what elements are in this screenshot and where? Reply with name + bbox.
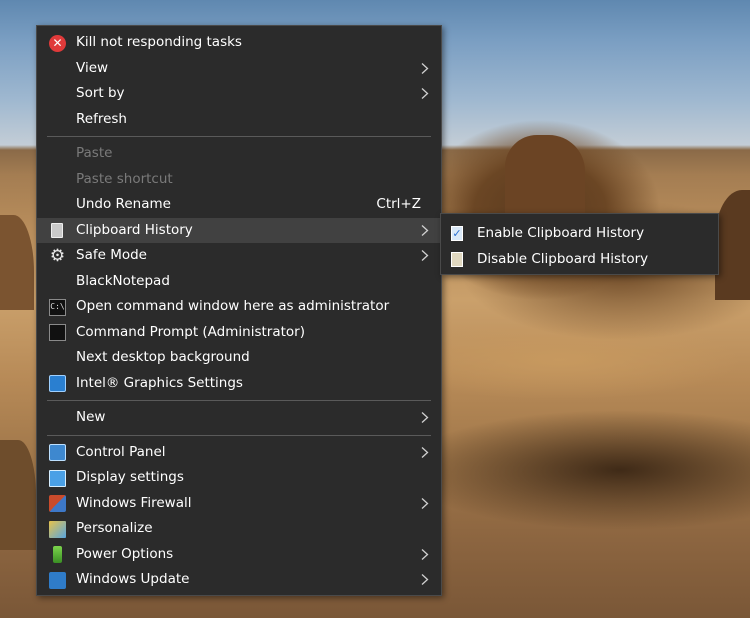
menu-item-label: Undo Rename (76, 196, 171, 212)
close-circle-icon: ✕ (49, 34, 66, 52)
menu-separator (47, 400, 431, 401)
menu-item-label: Paste shortcut (76, 170, 173, 187)
menu-item-paste: Paste (37, 141, 441, 167)
rock-formation (505, 135, 585, 215)
menu-item-label: Refresh (76, 110, 127, 127)
menu-item-label: Clipboard History (76, 221, 193, 238)
menu-item-label: Windows Firewall (76, 494, 192, 511)
menu-item-sort-by[interactable]: Sort by (37, 81, 441, 107)
display-monitor-icon (49, 469, 66, 487)
menu-item-windows-update[interactable]: Windows Update (37, 567, 441, 593)
clipboard-history-submenu: ✓ Enable Clipboard History Disable Clipb… (440, 213, 719, 275)
submenu-item-enable-clipboard-history[interactable]: ✓ Enable Clipboard History (441, 221, 718, 247)
menu-item-personalize[interactable]: Personalize (37, 516, 441, 542)
submenu-item-disable-clipboard-history[interactable]: Disable Clipboard History (441, 247, 718, 273)
windows-update-icon (49, 571, 66, 589)
chevron-right-icon (421, 548, 429, 560)
menu-item-label: Open command window here as administrato… (76, 298, 390, 314)
battery-power-icon (53, 546, 62, 563)
menu-item-windows-firewall[interactable]: Windows Firewall (37, 491, 441, 517)
menu-item-label: Sort by (76, 85, 125, 101)
clipboard-icon (451, 251, 463, 267)
firewall-icon (49, 495, 66, 512)
desktop-context-menu: ✕ Kill not responding tasks View Sort by… (36, 25, 442, 596)
menu-item-open-command-window-admin[interactable]: C:\ Open command window here as administ… (37, 294, 441, 320)
chevron-right-icon (421, 62, 429, 74)
menu-item-clipboard-history[interactable]: Clipboard History (37, 217, 441, 243)
command-prompt-icon (49, 324, 66, 341)
shortcut-label: Ctrl+Z (376, 196, 421, 212)
chevron-right-icon (421, 88, 429, 99)
control-panel-icon (49, 444, 66, 461)
menu-item-blacknotepad[interactable]: BlackNotepad (37, 269, 441, 295)
menu-item-display-settings[interactable]: Display settings (37, 465, 441, 491)
rock-formation (715, 190, 750, 300)
menu-item-label: Paste (76, 145, 113, 161)
chevron-right-icon (421, 250, 429, 261)
menu-item-paste-shortcut: Paste shortcut (37, 167, 441, 193)
clipboard-icon (51, 222, 63, 238)
menu-item-command-prompt-admin[interactable]: Command Prompt (Administrator) (37, 320, 441, 346)
menu-item-control-panel[interactable]: Control Panel (37, 440, 441, 466)
menu-item-label: Safe Mode (76, 247, 147, 263)
menu-separator (47, 136, 431, 137)
menu-item-label: Command Prompt (Administrator) (76, 323, 305, 340)
menu-item-label: New (76, 409, 106, 425)
intel-graphics-icon (49, 375, 66, 392)
rock-formation (0, 440, 36, 550)
menu-item-intel-graphics-settings[interactable]: Intel® Graphics Settings (37, 371, 441, 397)
menu-item-label: Enable Clipboard History (477, 225, 645, 241)
menu-item-label: Display settings (76, 469, 184, 485)
menu-item-label: Personalize (76, 520, 153, 536)
menu-item-next-desktop-background[interactable]: Next desktop background (37, 345, 441, 371)
menu-item-label: Windows Update (76, 571, 190, 587)
rock-formation (0, 215, 34, 310)
personalize-icon (49, 520, 66, 538)
menu-item-refresh[interactable]: Refresh (37, 107, 441, 133)
menu-item-label: Disable Clipboard History (477, 250, 649, 267)
menu-item-label: Control Panel (76, 443, 166, 460)
clipboard-check-icon: ✓ (451, 226, 463, 241)
chevron-right-icon (421, 497, 429, 509)
menu-item-power-options[interactable]: Power Options (37, 542, 441, 568)
menu-item-label: Power Options (76, 545, 174, 562)
menu-item-label: Intel® Graphics Settings (76, 374, 243, 391)
chevron-right-icon (421, 412, 429, 423)
chevron-right-icon (421, 224, 429, 236)
menu-item-view[interactable]: View (37, 56, 441, 82)
chevron-right-icon (421, 446, 429, 458)
menu-item-label: Next desktop background (76, 349, 250, 365)
menu-item-label: View (76, 59, 109, 76)
menu-item-label: BlackNotepad (76, 272, 170, 289)
gear-icon: ⚙ (49, 245, 66, 266)
menu-item-kill-not-responding[interactable]: ✕ Kill not responding tasks (37, 30, 441, 56)
menu-item-label: Kill not responding tasks (76, 34, 242, 50)
menu-item-undo-rename[interactable]: Undo Rename Ctrl+Z (37, 192, 441, 218)
command-prompt-admin-icon: C:\ (49, 298, 66, 316)
menu-item-new[interactable]: New (37, 405, 441, 431)
chevron-right-icon (421, 574, 429, 585)
menu-separator (47, 434, 431, 436)
menu-item-safe-mode[interactable]: ⚙ Safe Mode (37, 243, 441, 269)
